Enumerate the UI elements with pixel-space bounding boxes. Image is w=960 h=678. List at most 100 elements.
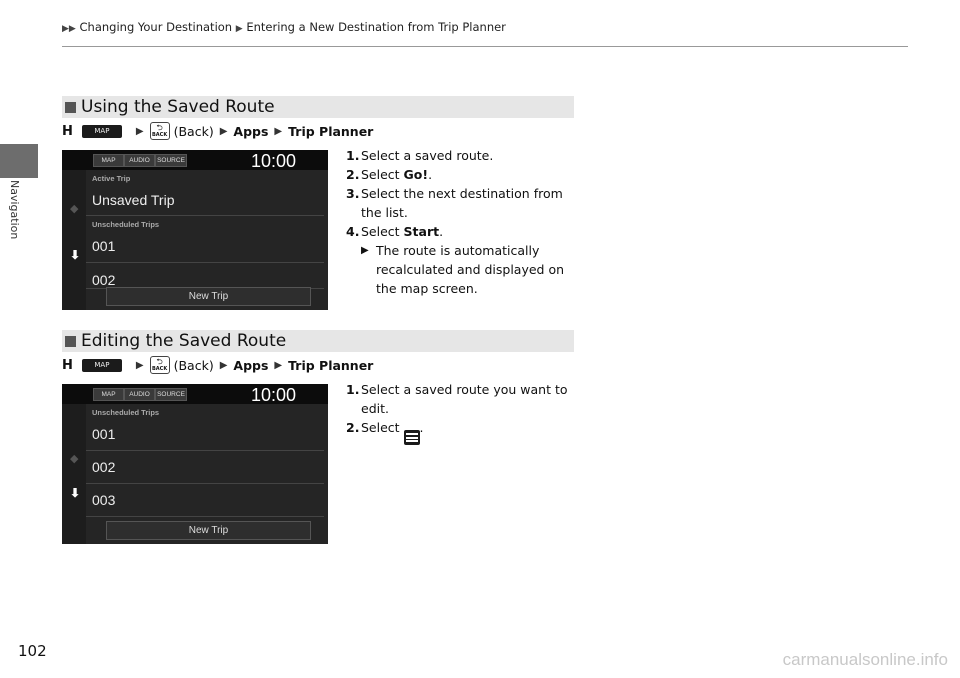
step-text: Select . bbox=[361, 418, 576, 445]
arrow-icon: ▶ bbox=[274, 359, 283, 371]
breadcrumb-item[interactable]: Changing Your Destination bbox=[80, 20, 233, 34]
scroll-down-icon: ⬇ bbox=[70, 248, 81, 262]
screen-scroll-column: ◆ ⬇ bbox=[62, 170, 86, 310]
list-item: 001 bbox=[86, 418, 324, 451]
unscheduled-trips-label: Unscheduled Trips bbox=[92, 220, 160, 229]
section-header-using: Using the Saved Route bbox=[62, 96, 574, 118]
trip-planner-screenshot-2: MAP AUDIO SOURCE 10:00 ◆ ⬇ Unscheduled T… bbox=[62, 384, 328, 544]
arrow-icon: ▶ bbox=[235, 24, 243, 34]
watermark: carmanualsonline.info bbox=[782, 650, 948, 669]
result-text: The route is automatically recalculated … bbox=[376, 243, 565, 296]
step-text-pre: Select bbox=[361, 224, 404, 239]
step: 2. Select Go!. bbox=[346, 165, 576, 184]
screen-map-button: MAP bbox=[93, 388, 124, 401]
step-text: Select the next destination from the lis… bbox=[361, 184, 576, 222]
scroll-down-icon: ⬇ bbox=[70, 486, 81, 500]
header-rule bbox=[62, 46, 908, 47]
step-text-post: . bbox=[419, 420, 424, 435]
back-button-icon: ⮌ BACK bbox=[149, 356, 170, 374]
step-text: Select Start. bbox=[361, 222, 576, 241]
list-item: 002 bbox=[86, 451, 324, 484]
step-number: 1. bbox=[346, 382, 360, 397]
start-label: Start bbox=[403, 224, 440, 239]
step: 2. Select . bbox=[346, 418, 576, 445]
screen-scroll-column: ◆ ⬇ bbox=[62, 404, 86, 544]
trip-planner-label: Trip Planner bbox=[288, 357, 374, 373]
active-trip-label: Active Trip bbox=[92, 174, 131, 183]
arrow-icon: ▶ bbox=[274, 125, 283, 137]
arrow-icon: ▶ bbox=[135, 359, 144, 371]
list-item: 001 bbox=[86, 230, 324, 263]
section-title: Using the Saved Route bbox=[81, 97, 275, 117]
step-text-pre: Select the next destination from the lis… bbox=[361, 186, 563, 220]
step-text: Select a saved route. bbox=[361, 146, 576, 165]
square-bullet-icon bbox=[65, 101, 76, 113]
back-label: (Back) bbox=[173, 123, 214, 139]
breadcrumb-item[interactable]: Entering a New Destination from Trip Pla… bbox=[246, 20, 506, 34]
scroll-up-icon: ◆ bbox=[70, 453, 79, 465]
step-number: 4. bbox=[346, 224, 360, 239]
list-item: 003 bbox=[86, 484, 324, 517]
arrow-icon: ▶ bbox=[135, 125, 144, 137]
menu-path: H MAP ▶ ⮌ BACK (Back) ▶ Apps ▶ Trip Plan… bbox=[62, 356, 373, 374]
step-number: 2. bbox=[346, 167, 360, 182]
step-text-pre: Select bbox=[361, 420, 404, 435]
list-item: 002 bbox=[86, 263, 324, 289]
double-arrow-icon: ▶▶ bbox=[62, 24, 76, 34]
apps-label: Apps bbox=[233, 357, 269, 373]
menu-path: H MAP ▶ ⮌ BACK (Back) ▶ Apps ▶ Trip Plan… bbox=[62, 122, 373, 140]
return-arrow-icon: ⮌ bbox=[156, 357, 163, 366]
step-result: ▶ The route is automatically recalculate… bbox=[361, 241, 576, 298]
screen-audio-button: AUDIO bbox=[124, 154, 155, 167]
menu-icon bbox=[403, 430, 420, 445]
apps-label: Apps bbox=[233, 123, 269, 139]
trip-planner-label: Trip Planner bbox=[288, 123, 374, 139]
screen-audio-button: AUDIO bbox=[124, 388, 155, 401]
step: 1. Select a saved route you want to edit… bbox=[346, 380, 576, 418]
page-number: 102 bbox=[18, 642, 47, 660]
return-arrow-icon: ⮌ bbox=[156, 123, 163, 132]
unscheduled-trips-label: Unscheduled Trips bbox=[92, 408, 160, 417]
arrow-icon: ▶ bbox=[361, 245, 369, 256]
back-icon-text: BACK bbox=[151, 132, 168, 138]
steps-list-2: 1. Select a saved route you want to edit… bbox=[346, 380, 576, 445]
screen-source-button: SOURCE bbox=[155, 388, 187, 401]
arrow-icon: ▶ bbox=[219, 359, 228, 371]
step-text-pre: Select a saved route. bbox=[361, 148, 494, 163]
step-number: 1. bbox=[346, 148, 360, 163]
steps-list-1: 1. Select a saved route. 2. Select Go!. … bbox=[346, 146, 576, 298]
list-item: Unsaved Trip bbox=[86, 184, 324, 216]
side-tab bbox=[0, 144, 38, 178]
square-bullet-icon bbox=[65, 335, 76, 347]
step-text-pre: Select bbox=[361, 167, 404, 182]
step-text: Select Go!. bbox=[361, 165, 576, 184]
section-header-editing: Editing the Saved Route bbox=[62, 330, 574, 352]
home-icon: H bbox=[62, 357, 73, 373]
step-number: 2. bbox=[346, 420, 360, 435]
new-trip-button: New Trip bbox=[106, 287, 311, 306]
back-button-icon: ⮌ BACK bbox=[149, 122, 170, 140]
home-icon: H bbox=[62, 123, 73, 139]
step-number: 3. bbox=[346, 186, 360, 201]
screen-source-button: SOURCE bbox=[155, 154, 187, 167]
screen-map-button: MAP bbox=[93, 154, 124, 167]
step-text: Select a saved route you want to edit. bbox=[361, 380, 576, 418]
map-button-icon: MAP bbox=[81, 358, 122, 372]
step: 4. Select Start. bbox=[346, 222, 576, 241]
breadcrumb: ▶▶ Changing Your Destination ▶ Entering … bbox=[62, 20, 506, 34]
map-button-icon: MAP bbox=[81, 124, 122, 138]
scroll-up-icon: ◆ bbox=[70, 203, 79, 215]
go-label: Go! bbox=[403, 167, 429, 182]
step-text-post: . bbox=[439, 224, 444, 239]
screen-clock: 10:00 bbox=[250, 385, 296, 405]
new-trip-button: New Trip bbox=[106, 521, 311, 540]
arrow-icon: ▶ bbox=[219, 125, 228, 137]
back-icon-text: BACK bbox=[151, 366, 168, 372]
step-text-pre: Select a saved route you want to edit. bbox=[361, 382, 568, 416]
back-label: (Back) bbox=[173, 357, 214, 373]
step-text-post: . bbox=[428, 167, 433, 182]
step: 3. Select the next destination from the … bbox=[346, 184, 576, 222]
section-title: Editing the Saved Route bbox=[81, 331, 287, 351]
screen-clock: 10:00 bbox=[250, 151, 296, 171]
step: 1. Select a saved route. bbox=[346, 146, 576, 165]
